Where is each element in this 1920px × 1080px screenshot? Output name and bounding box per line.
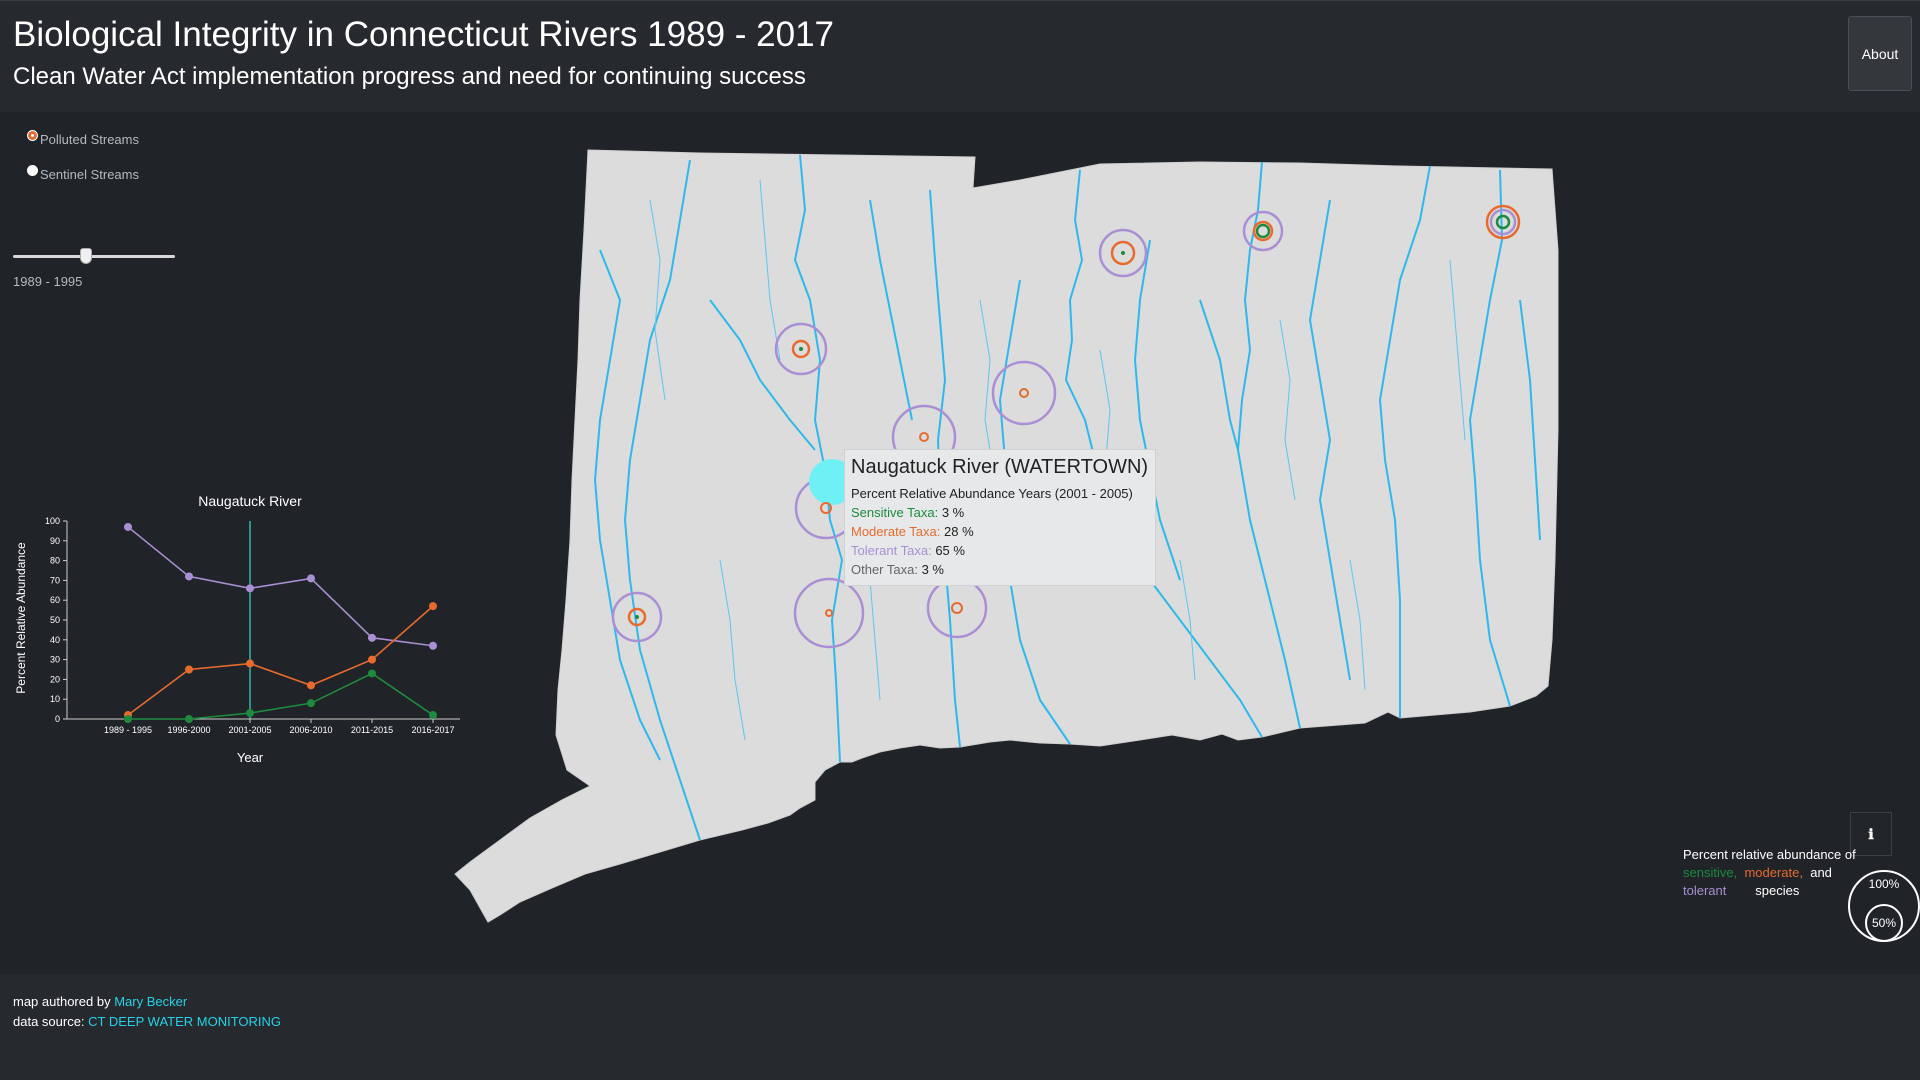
site-tooltip: Naugatuck River (WATERTOWN) Percent Rela… (844, 449, 1156, 586)
y-tick-label: 30 (50, 655, 60, 665)
legend-tolerant: tolerant (1683, 883, 1727, 898)
data-point[interactable] (124, 715, 132, 723)
y-tick-label: 50 (50, 615, 60, 625)
data-point[interactable] (307, 681, 315, 690)
x-tick-label: 2011-2015 (351, 725, 393, 735)
legend-sensitive: sensitive, (1683, 865, 1738, 880)
about-button[interactable]: About (1848, 16, 1912, 91)
data-point[interactable] (429, 641, 437, 650)
footer-author-prefix: map authored by (13, 994, 111, 1009)
radio-button-selected[interactable] (27, 130, 38, 141)
data-point[interactable] (307, 574, 315, 583)
data-point[interactable] (185, 665, 193, 674)
chart-axes: 0 10 20 30 40 50 60 70 80 90 100 1989 - 1995 1996-20… (45, 516, 460, 735)
tooltip-label: Moderate Taxa: (851, 524, 941, 539)
tooltip-value: 65 % (935, 543, 965, 558)
y-tick-label: 80 (50, 556, 60, 566)
x-tick-label: 2001-2005 (228, 725, 271, 735)
legend-ring-100-label: 100% (1869, 877, 1900, 891)
chart-marks (124, 521, 437, 723)
footer: map authored by Mary Becker data source:… (0, 974, 1920, 1080)
data-point[interactable] (307, 699, 315, 708)
author-link[interactable]: Mary Becker (114, 994, 187, 1009)
year-slider-thumb[interactable] (79, 248, 92, 264)
y-tick-label: 0 (55, 714, 60, 724)
y-tick-label: 10 (50, 694, 60, 704)
data-point[interactable] (246, 709, 254, 718)
tooltip-row-tolerant: Tolerant Taxa: 65 % (851, 543, 1149, 558)
chart-ylabel-group: Percent Relative Abundance (14, 542, 28, 694)
tooltip-label: Other Taxa: (851, 562, 918, 577)
page-subtitle: Clean Water Act implementation progress … (13, 63, 806, 90)
radio-polluted-streams[interactable]: Polluted Streams (27, 130, 139, 147)
series-line (127, 605, 434, 716)
footer-source: data source: CT DEEP WATER MONITORING (13, 1014, 281, 1029)
tooltip-row-other: Other Taxa: 3 % (851, 562, 1149, 577)
data-point[interactable] (124, 522, 132, 531)
tooltip-value: 3 % (941, 505, 965, 520)
data-point[interactable] (185, 572, 193, 581)
y-tick-label: 70 (50, 575, 60, 585)
data-point[interactable] (368, 633, 376, 642)
radio-sentinel-streams[interactable]: Sentinel Streams (27, 165, 139, 182)
y-tick-label: 90 (50, 536, 60, 546)
data-point[interactable] (368, 655, 376, 664)
tooltip-label: Sensitive Taxa: (851, 505, 939, 520)
series-line (127, 526, 434, 647)
year-slider-label: 1989 - 1995 (13, 274, 83, 289)
data-point[interactable] (368, 669, 376, 678)
tooltip-years: Percent Relative Abundance Years (2001 -… (851, 486, 1133, 501)
y-tick-label: 20 (50, 674, 60, 684)
tooltip-label: Tolerant Taxa: (851, 543, 932, 558)
tooltip-value: 28 % (944, 524, 974, 539)
legend-and: and (1810, 865, 1832, 880)
tooltip-row-sensitive: Sensitive Taxa: 3 % (851, 505, 1149, 520)
legend-rings: 100% 50% (1848, 870, 1920, 942)
footer-author: map authored by Mary Becker (13, 994, 187, 1009)
info-icon: ℹ (1868, 825, 1874, 842)
chart-ylabel: Percent Relative Abundance (14, 542, 28, 694)
radio-polluted-label: Polluted Streams (40, 132, 139, 147)
tooltip-value: 3 % (921, 562, 944, 577)
chart-title: Naugatuck River (198, 493, 302, 509)
main-area: Polluted Streams Sentinel Streams 1989 -… (0, 112, 1920, 974)
x-tick-label: 2016-2017 (411, 725, 454, 735)
data-source-link[interactable]: CT DEEP WATER MONITORING (88, 1014, 281, 1029)
legend-moderate: moderate, (1744, 865, 1803, 880)
data-point[interactable] (429, 602, 437, 611)
x-tick-label: 1996-2000 (167, 725, 210, 735)
legend-ring-50-label: 50% (1872, 916, 1896, 930)
year-slider-track[interactable] (13, 255, 175, 258)
data-point[interactable] (246, 584, 254, 593)
legend-species: species (1755, 883, 1800, 898)
y-tick-label: 100 (45, 516, 60, 526)
data-point[interactable] (246, 659, 254, 668)
footer-source-prefix: data source: (13, 1014, 85, 1029)
abundance-chart: Naugatuck River Percent Relative Abundan… (14, 493, 460, 765)
y-tick-label: 40 (50, 635, 60, 645)
tooltip-row-moderate: Moderate Taxa: 28 % (851, 524, 1149, 539)
tooltip-title: Naugatuck River (WATERTOWN) (851, 456, 1149, 478)
radio-sentinel-label: Sentinel Streams (40, 167, 139, 182)
header-bar: Biological Integrity in Connecticut Rive… (0, 0, 1920, 113)
x-tick-label: 2006-2010 (289, 725, 332, 735)
y-tick-label: 60 (50, 595, 60, 605)
radio-button[interactable] (27, 165, 38, 176)
chart-xlabel: Year (237, 750, 264, 765)
data-point[interactable] (429, 711, 437, 720)
data-point[interactable] (185, 715, 193, 723)
page-title: Biological Integrity in Connecticut Rive… (13, 15, 834, 54)
x-tick-label: 1989 - 1995 (104, 725, 152, 735)
